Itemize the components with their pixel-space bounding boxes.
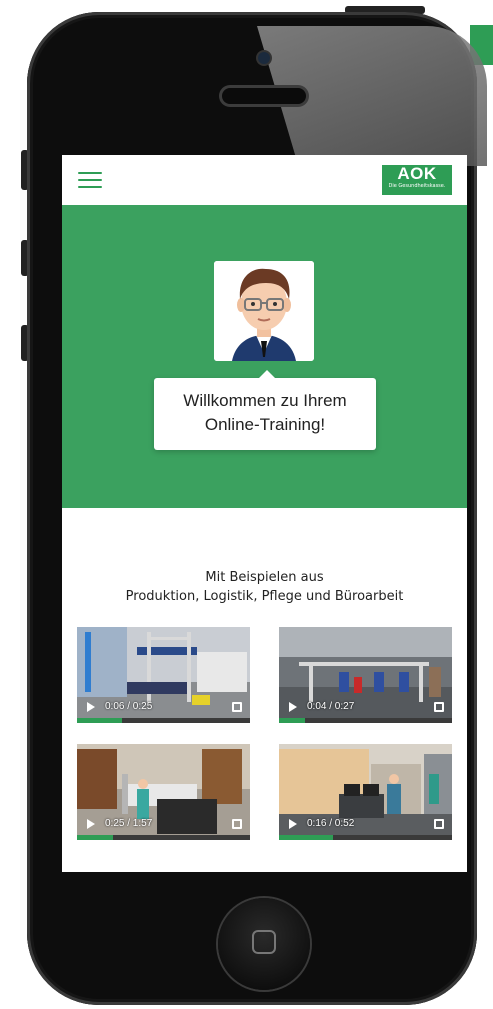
home-button[interactable] [218,898,310,990]
phone-screen: AOK Die Gesundheitskasse. Willkommen zu … [62,155,467,872]
video-time: 0:06 / 0:25 [105,701,153,712]
video-progress-bar[interactable] [279,718,452,723]
fullscreen-icon[interactable] [434,819,444,829]
play-icon[interactable] [289,702,297,712]
video-production[interactable]: 0:06 / 0:25 [77,627,250,723]
video-time: 0:16 / 0:52 [307,818,355,829]
welcome-speech-bubble: Willkommen zu Ihrem Online-Training! [154,370,376,450]
logo-text: AOK [397,164,437,183]
video-progress-fill [279,835,333,840]
video-care[interactable]: 0:25 / 1:57 [77,744,250,840]
video-progress-bar[interactable] [77,835,250,840]
hamburger-icon[interactable] [78,172,102,190]
play-icon[interactable] [87,702,95,712]
video-office[interactable]: 0:16 / 0:52 [279,744,452,840]
video-logistics[interactable]: 0:04 / 0:27 [279,627,452,723]
welcome-line-2: Online-Training! [204,415,326,434]
video-controls: 0:25 / 1:57 [77,816,250,834]
home-square-icon [252,930,276,954]
fullscreen-icon[interactable] [434,702,444,712]
welcome-line-1: Willkommen zu Ihrem [183,391,347,410]
top-nav-bar: AOK Die Gesundheitskasse. [62,155,467,205]
intro-text: Mit Beispielen aus Produktion, Logistik,… [62,568,467,606]
video-controls: 0:16 / 0:52 [279,816,452,834]
play-icon[interactable] [289,819,297,829]
video-time: 0:04 / 0:27 [307,701,355,712]
video-time: 0:25 / 1:57 [105,818,153,829]
video-progress-bar[interactable] [279,835,452,840]
video-progress-fill [77,718,122,723]
intro-line-2: Produktion, Logistik, Pflege und Büroarb… [125,589,404,604]
logo-subtext: Die Gesundheitskasse. [388,183,446,189]
video-progress-fill [279,718,305,723]
front-camera [258,52,270,64]
video-controls: 0:04 / 0:27 [279,699,452,717]
intro-line-1: Mit Beispielen aus [205,570,324,585]
fullscreen-icon[interactable] [232,702,242,712]
avatar [214,261,314,361]
hero-section: Willkommen zu Ihrem Online-Training! [62,205,467,508]
video-progress-fill [77,835,113,840]
aok-logo[interactable]: AOK Die Gesundheitskasse. [382,165,452,195]
earpiece-speaker [222,88,306,104]
video-progress-bar[interactable] [77,718,250,723]
trainer-avatar-icon [214,261,314,361]
fullscreen-icon[interactable] [232,819,242,829]
video-controls: 0:06 / 0:25 [77,699,250,717]
play-icon[interactable] [87,819,95,829]
